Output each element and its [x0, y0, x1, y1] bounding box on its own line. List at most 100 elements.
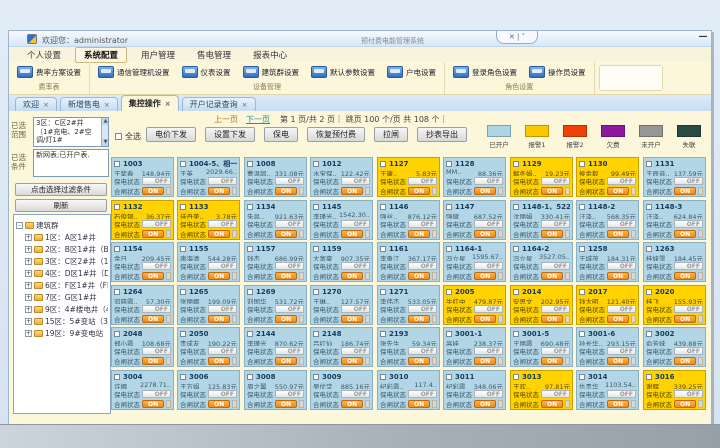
protect-off-toggle[interactable]: OFF: [541, 220, 570, 228]
meter-card[interactable]: 2020桂飞155.93元保电状态OFF合闸状态ON: [643, 285, 706, 325]
expand-icon[interactable]: +: [25, 270, 32, 277]
switch-on-toggle[interactable]: ON: [674, 400, 696, 408]
meter-card[interactable]: 2050贵成友190.22元保电状态OFF合闸状态ON: [177, 327, 240, 367]
protect-off-toggle[interactable]: OFF: [208, 305, 237, 313]
protect-off-toggle[interactable]: OFF: [208, 220, 237, 228]
meter-card[interactable]: 2048郑小霞108.68元保电状态OFF合闸状态ON: [111, 327, 174, 367]
protect-off-toggle[interactable]: OFF: [142, 347, 171, 355]
meter-card[interactable]: 3002俞芳妹439.88元保电状态OFF合闸状态ON: [643, 327, 706, 367]
meter-card[interactable]: 3008周之翼550.97元保电状态OFF合闸状态ON: [244, 370, 307, 410]
card-checkbox[interactable]: [579, 204, 585, 210]
prev-page-link[interactable]: 上一页: [214, 115, 238, 124]
tab-close-icon[interactable]: ×: [242, 101, 248, 109]
expand-icon[interactable]: +: [25, 294, 32, 301]
meter-card[interactable]: 2144李瑾光870.62元保电状态OFF合闸状态ON: [244, 327, 307, 367]
meter-card[interactable]: 1147强健687.52元保电状态OFF合闸状态ON: [443, 200, 506, 240]
card-checkbox[interactable]: [579, 289, 585, 295]
ribbon-button-登录角色设置[interactable]: 登录角色设置: [453, 66, 517, 78]
tree-item[interactable]: +6区：F区1#井（F区1#: [16, 279, 108, 291]
scroll-up-icon[interactable]: ▲: [102, 118, 109, 125]
protect-off-toggle[interactable]: OFF: [474, 390, 503, 398]
protect-off-toggle[interactable]: OFF: [674, 390, 703, 398]
meter-card[interactable]: 3010纪彩霞..117.4..保电状态OFF合闸状态ON: [377, 370, 440, 410]
expand-icon[interactable]: +: [25, 234, 32, 241]
switch-on-toggle[interactable]: ON: [142, 272, 164, 280]
tree-item[interactable]: +2区：B区1#井（B区1#: [16, 243, 108, 255]
ribbon-button-费率方案设置[interactable]: 费率方案设置: [17, 66, 81, 78]
card-checkbox[interactable]: [114, 246, 120, 252]
card-checkbox[interactable]: [313, 204, 319, 210]
meter-card[interactable]: 1164-1冯立星1595.67..保电状态OFF合闸状态ON: [443, 242, 506, 282]
card-checkbox[interactable]: [380, 289, 386, 295]
meter-card[interactable]: 1145李瑾光..1542.30..保电状态OFF合闸状态ON: [310, 200, 373, 240]
minimize-button[interactable]: —: [697, 32, 709, 44]
meter-card[interactable]: 1269刘国华531.72元保电状态OFF合闸状态ON: [244, 285, 307, 325]
switch-on-toggle[interactable]: ON: [408, 187, 430, 195]
expand-icon[interactable]: +: [25, 306, 32, 313]
menu-item-报表中心[interactable]: 报表中心: [245, 48, 295, 62]
meter-card[interactable]: 1128MM..88.36元保电状态OFF合闸状态ON: [443, 157, 506, 197]
card-checkbox[interactable]: [114, 204, 120, 210]
selected-range-listbox[interactable]: 3区：C区2#井（1#充电、2#空调/灯1# ▲▼: [33, 117, 109, 147]
protect-off-toggle[interactable]: OFF: [674, 220, 703, 228]
card-checkbox[interactable]: [513, 161, 519, 167]
card-checkbox[interactable]: [513, 374, 519, 380]
ribbon-collapse-control[interactable]: ✕ | ˅: [496, 31, 538, 44]
protect-off-toggle[interactable]: OFF: [275, 390, 304, 398]
meter-card[interactable]: 3001-1高娃238.37元保电状态OFF合闸状态ON: [443, 327, 506, 367]
ribbon-button-默认参数设置[interactable]: 默认参数设置: [311, 66, 375, 78]
switch-on-toggle[interactable]: ON: [408, 272, 430, 280]
card-checkbox[interactable]: [579, 331, 585, 337]
switch-on-toggle[interactable]: ON: [341, 400, 363, 408]
switch-on-toggle[interactable]: ON: [275, 272, 297, 280]
protect-off-toggle[interactable]: OFF: [275, 177, 304, 185]
tree-item[interactable]: +9区：4#楼电井（4#楼: [16, 303, 108, 315]
ribbon-button-操作员设置[interactable]: 操作员设置: [529, 66, 586, 78]
protect-off-toggle[interactable]: OFF: [208, 177, 237, 185]
meter-card[interactable]: 1161李勇江367.17元保电状态OFF合闸状态ON: [377, 242, 440, 282]
switch-on-toggle[interactable]: ON: [275, 187, 297, 195]
switch-on-toggle[interactable]: ON: [208, 187, 230, 195]
switch-on-toggle[interactable]: ON: [142, 230, 164, 238]
protect-off-toggle[interactable]: OFF: [142, 262, 171, 270]
toolbar-button-恢复预付费[interactable]: 恢复预付费: [307, 127, 365, 142]
card-checkbox[interactable]: [579, 374, 585, 380]
card-checkbox[interactable]: [180, 161, 186, 167]
meter-card[interactable]: 3014仇贵华1103.54..保电状态OFF合闸状态ON: [576, 370, 639, 410]
card-checkbox[interactable]: [180, 289, 186, 295]
card-checkbox[interactable]: [247, 289, 253, 295]
switch-on-toggle[interactable]: ON: [607, 357, 629, 365]
switch-on-toggle[interactable]: ON: [142, 187, 164, 195]
meter-card[interactable]: 2193张先生59.34元保电状态OFF合闸状态ON: [377, 327, 440, 367]
switch-on-toggle[interactable]: ON: [275, 230, 297, 238]
protect-off-toggle[interactable]: OFF: [474, 305, 503, 313]
switch-on-toggle[interactable]: ON: [541, 357, 563, 365]
menu-item-个人设置[interactable]: 个人设置: [19, 48, 69, 62]
toolbar-button-抄表导出[interactable]: 抄表导出: [417, 127, 467, 142]
switch-on-toggle[interactable]: ON: [474, 357, 496, 365]
tab-close-icon[interactable]: ×: [165, 100, 171, 108]
protect-off-toggle[interactable]: OFF: [607, 305, 636, 313]
protect-off-toggle[interactable]: OFF: [674, 262, 703, 270]
card-checkbox[interactable]: [247, 204, 253, 210]
switch-on-toggle[interactable]: ON: [541, 315, 563, 323]
pick-filter-button[interactable]: 点击选择过滤条件: [15, 183, 107, 196]
protect-off-toggle[interactable]: OFF: [541, 390, 570, 398]
switch-on-toggle[interactable]: ON: [208, 230, 230, 238]
ribbon-button-户电设置[interactable]: 户电设置: [387, 66, 436, 78]
meter-card[interactable]: 1157钱杰686.99元保电状态OFF合闸状态ON: [244, 242, 307, 282]
toolbar-button-设置下发[interactable]: 设置下发: [205, 127, 255, 142]
meter-card[interactable]: 1164-2冯立星3527.05..保电状态OFF合闸状态ON: [510, 242, 573, 282]
meter-card[interactable]: 1004-5、相一王英2029.66..保电状态OFF合闸状态ON: [177, 157, 240, 197]
card-checkbox[interactable]: [313, 331, 319, 337]
switch-on-toggle[interactable]: ON: [607, 315, 629, 323]
switch-on-toggle[interactable]: ON: [208, 315, 230, 323]
ribbon-button-建筑群设置[interactable]: 建筑群设置: [243, 66, 300, 78]
card-checkbox[interactable]: [646, 204, 652, 210]
tab-欢迎[interactable]: 欢迎×: [15, 97, 57, 111]
protect-off-toggle[interactable]: OFF: [541, 347, 570, 355]
next-page-link[interactable]: 下一页: [246, 115, 270, 124]
tab-开户记录查询[interactable]: 开户记录查询×: [182, 97, 256, 111]
protect-off-toggle[interactable]: OFF: [541, 177, 570, 185]
card-checkbox[interactable]: [247, 331, 253, 337]
